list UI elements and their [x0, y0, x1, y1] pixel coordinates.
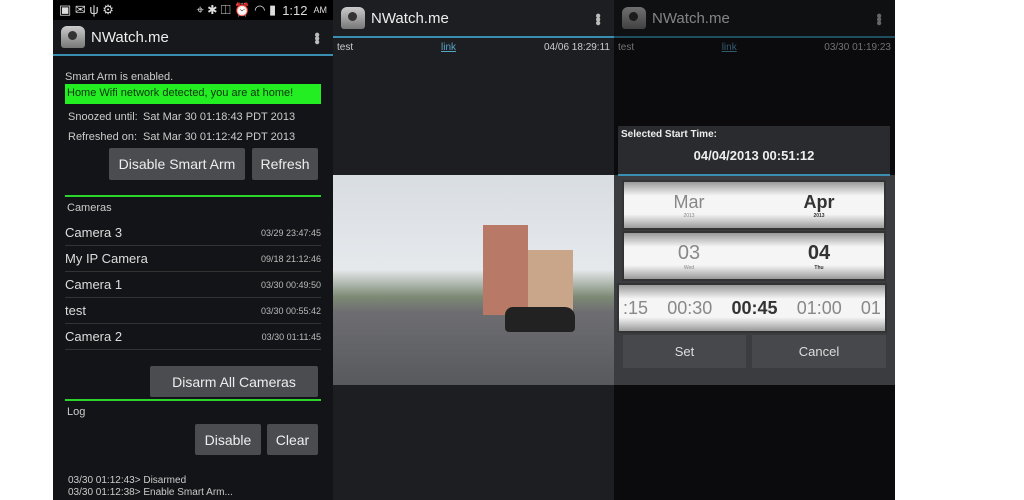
camera-logo-icon [341, 7, 365, 29]
camera-link[interactable]: link [441, 42, 456, 53]
camera-name: test [337, 42, 354, 53]
app-title: NWatch.me [371, 9, 449, 27]
disable-smart-arm-button[interactable]: Disable Smart Arm [109, 148, 245, 180]
building [528, 250, 573, 315]
overflow-menu-icon[interactable]: ••• [588, 13, 606, 24]
refreshed-label: Refreshed on: [68, 131, 138, 143]
clock: 1:12 [282, 2, 308, 18]
time-option[interactable]: 01:00 [797, 298, 842, 319]
time-option[interactable]: :15 [623, 298, 648, 319]
camera-name: My IP Camera [65, 251, 148, 266]
log-entry: 03/30 01:12:38> Enable Smart Arm... [68, 487, 233, 498]
wifi-notice: Home Wifi network detected, you are at h… [65, 84, 321, 104]
notification-icons: ▣ ✉ ψ ⚙ [59, 2, 114, 17]
car [505, 307, 575, 332]
smart-arm-status: Smart Arm is enabled. [65, 71, 174, 83]
day-name: Wed [683, 264, 695, 271]
app-title: NWatch.me [91, 28, 169, 46]
month-wheel[interactable]: Mar 2013 Apr 2013 [622, 180, 886, 230]
dialog-value: 04/04/2013 00:51:12 [693, 148, 815, 163]
camera-name: Camera 1 [65, 277, 123, 292]
log-disable-button[interactable]: Disable [195, 424, 261, 455]
camera-time: 03/30 00:55:42 [260, 305, 321, 316]
camera-list-item[interactable]: Camera 2 03/30 01:11:45 [65, 324, 321, 350]
building [483, 225, 528, 315]
cancel-button[interactable]: Cancel [752, 335, 886, 368]
overflow-menu-icon[interactable]: ••• [307, 32, 325, 43]
dialog-header: Selected Start Time: 04/04/2013 00:51:12 [618, 126, 890, 176]
snoozed-value: Sat Mar 30 01:18:43 PDT 2013 [143, 111, 296, 123]
disarm-all-button[interactable]: Disarm All Cameras [150, 366, 318, 397]
camera-name: Camera 2 [65, 329, 123, 344]
camera-logo-icon [61, 26, 85, 48]
log-entry: 03/30 01:12:43> Disarmed [68, 475, 187, 486]
camera-time: 09/18 21:12:46 [260, 253, 321, 264]
day-name: Thu [814, 264, 824, 271]
time-wheel[interactable]: :15 00:30 00:45 01:00 01 [617, 283, 887, 333]
month-prev[interactable]: Mar [624, 192, 754, 213]
month-selected[interactable]: Apr [754, 192, 884, 213]
camera-snapshot[interactable] [333, 175, 614, 385]
main-screen: ▣ ✉ ψ ⚙ ⌖ ✱ ◫ ⏰ ◠ ▮ 1:12 AM NWatch.me ••… [53, 0, 333, 500]
set-button[interactable]: Set [623, 335, 746, 368]
refresh-button[interactable]: Refresh [252, 148, 318, 180]
camera-list-item[interactable]: Camera 3 03/29 23:47:45 [65, 220, 321, 246]
snapshot-time: 04/06 18:29:11 [543, 42, 610, 53]
camera-name: Camera 3 [65, 225, 123, 240]
camera-view-screen: NWatch.me ••• test link 04/06 18:29:11 [333, 0, 614, 500]
time-selected[interactable]: 00:45 [731, 298, 777, 319]
refreshed-value: Sat Mar 30 01:12:42 PDT 2013 [143, 131, 296, 143]
month-year: 2013 [813, 212, 825, 219]
log-header: Log [67, 406, 86, 418]
log-clear-button[interactable]: Clear [267, 424, 318, 455]
day-selected[interactable]: 04 [754, 242, 884, 265]
camera-time: 03/30 01:11:45 [261, 331, 321, 342]
clock-ampm: AM [313, 5, 328, 15]
cameras-header: Cameras [67, 202, 112, 214]
divider [65, 195, 321, 197]
camera-list-item[interactable]: My IP Camera 09/18 21:12:46 [65, 246, 321, 272]
snoozed-label: Snoozed until: [68, 111, 138, 123]
status-bar: ▣ ✉ ψ ⚙ ⌖ ✱ ◫ ⏰ ◠ ▮ 1:12 AM [53, 0, 333, 20]
divider [65, 399, 321, 401]
time-option[interactable]: 00:30 [667, 298, 712, 319]
dialog-title: Selected Start Time: [621, 129, 717, 140]
time-picker-screen: NWatch.me ••• test link 03/30 01:19:23 S… [614, 0, 895, 500]
system-icons: ⌖ ✱ ◫ ⏰ ◠ ▮ [196, 2, 277, 17]
month-year: 2013 [683, 212, 695, 219]
camera-info-row: test link 04/06 18:29:11 [337, 42, 610, 53]
day-prev[interactable]: 03 [624, 242, 754, 265]
time-option[interactable]: 01 [861, 298, 881, 319]
camera-list-item[interactable]: test 03/30 00:55:42 [65, 298, 321, 324]
camera-time: 03/30 00:49:50 [260, 279, 321, 290]
action-bar: NWatch.me ••• [53, 20, 333, 56]
camera-time: 03/29 23:47:45 [260, 227, 321, 238]
day-wheel[interactable]: 03 Wed 04 Thu [622, 231, 886, 281]
camera-list-item[interactable]: Camera 1 03/30 00:49:50 [65, 272, 321, 298]
action-bar: NWatch.me ••• [333, 0, 614, 38]
camera-name: test [65, 303, 86, 318]
